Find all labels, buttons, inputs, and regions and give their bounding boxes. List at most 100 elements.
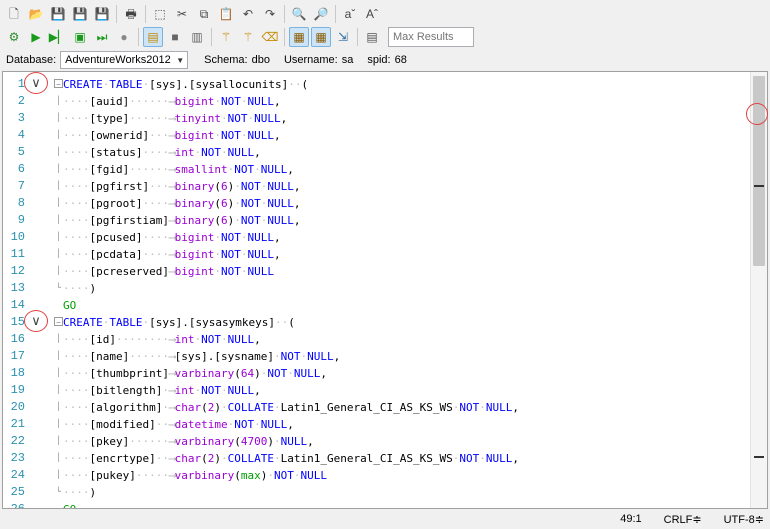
save-button[interactable]: 💾 [48, 4, 68, 24]
code-token: binary [174, 214, 215, 227]
code-token: [pkey] [89, 435, 130, 448]
replace-button[interactable]: 🔎 [311, 4, 331, 24]
code-token: 6 [220, 214, 228, 227]
redo-button[interactable]: ↷ [260, 4, 280, 24]
open-button[interactable]: 📂 [26, 4, 46, 24]
fold-marker-icon[interactable]: − [54, 79, 63, 89]
code-token: · [479, 401, 486, 414]
sql-editor[interactable]: 1− CREATE·TABLE·[sys].[sysallocunits]··(2… [2, 71, 768, 509]
cut-button[interactable]: ✂ [172, 4, 192, 24]
select-all-button[interactable]: ⬚ [150, 4, 170, 24]
encoding-select[interactable]: UTF-8≑ [724, 513, 764, 526]
code-line[interactable]: 10 │ ····[pcused]····⟶bigint·NOT·NULL, [3, 229, 748, 246]
code-line[interactable]: 14 GO [3, 297, 748, 314]
code-token: ( [301, 78, 309, 91]
code-line[interactable]: 2 │ ····[auid]······⟶bigint·NOT·NULL, [3, 93, 748, 110]
code-token: GO [63, 299, 77, 312]
code-line[interactable]: 26 GO [3, 501, 748, 508]
code-token: · [220, 401, 228, 414]
autocommit-toggle[interactable]: ▤ [143, 27, 163, 47]
code-token: · [273, 452, 281, 465]
undo-button[interactable]: ↶ [238, 4, 258, 24]
code-token: ···· [63, 350, 90, 363]
code-line[interactable]: 6 │ ····[fgid]······⟶smallint·NOT·NULL, [3, 161, 748, 178]
code-token: , [254, 333, 261, 346]
save-all-button[interactable]: 💾 [92, 4, 112, 24]
code-token: · [234, 214, 241, 227]
code-line[interactable]: 3 │ ····[type]······⟶tinyint·NOT·NULL, [3, 110, 748, 127]
code-line[interactable]: 7 │ ····[pgfirst]···⟶binary(6)·NOT·NULL, [3, 178, 748, 195]
code-token: int [174, 146, 195, 159]
code-line[interactable]: 24 │ ····[pukey]·····⟶varbinary(max)·NOT·N… [3, 467, 748, 484]
code-line[interactable]: 23 │ ····[encrtype]··⟶char(2)·COLLATE·Lati… [3, 450, 748, 467]
code-line[interactable]: 4 │ ····[ownerid]···⟶bigint·NOT·NULL, [3, 127, 748, 144]
code-line[interactable]: 17 │ ····[name]······⟶[sys].[sysname]·NOT·… [3, 348, 748, 365]
results-file-button[interactable]: ⇲ [333, 27, 353, 47]
code-line[interactable]: 21 │ ····[modified]··⟶datetime·NOT·NULL, [3, 416, 748, 433]
format-selection-button[interactable]: ⚚ [238, 27, 258, 47]
code-line[interactable]: 25 └ ····) [3, 484, 748, 501]
format-button[interactable]: ⚚ [216, 27, 236, 47]
fold-line: │ [56, 453, 61, 462]
stop-button[interactable]: ● [114, 27, 134, 47]
paste-button[interactable]: 📋 [216, 4, 236, 24]
max-results-input[interactable] [388, 27, 474, 47]
execute-step-button[interactable]: ▶▏ [48, 27, 68, 47]
code-token: 6 [220, 180, 228, 193]
copy-button[interactable]: ⧉ [194, 4, 214, 24]
code-token: , [273, 231, 281, 244]
max-results-button[interactable]: ▤ [362, 27, 382, 47]
code-token: , [287, 418, 294, 431]
code-line[interactable]: 9 │ ····[pgfirstiam]⟶binary(6)·NOT·NULL, [3, 212, 748, 229]
code-token: · [273, 435, 281, 448]
code-line[interactable]: 15 − CREATE·TABLE·[sys].[sysasymkeys]··( [3, 314, 748, 331]
line-number: 12 [10, 264, 25, 278]
code-line[interactable]: 8 │ ····[pgroot]····⟶binary(6)·NOT·NULL, [3, 195, 748, 212]
code-line[interactable]: 18 │ ····[thumbprint]⟶varbinary(64)·NOT·NU… [3, 365, 748, 382]
code-line[interactable]: 16 │ ····[id]········⟶int·NOT·NULL, [3, 331, 748, 348]
line-number: 1 [17, 77, 25, 91]
connect-button[interactable]: ⚙ [4, 27, 24, 47]
fold-toggle-1[interactable]: ∨ [24, 72, 48, 94]
commit-button[interactable]: ■ [165, 27, 185, 47]
code-line[interactable]: 19 │ ····[bitlength]·⟶int·NOT·NULL, [3, 382, 748, 399]
code-text: ····[pcreserved]⟶bigint·NOT·NULL [63, 263, 274, 280]
save-as-button[interactable]: 💾 [70, 4, 90, 24]
increase-font-button[interactable]: Aˆ [362, 4, 382, 24]
username-label: Username: [283, 54, 338, 66]
fold-toggle-15[interactable]: ∨ [24, 310, 48, 332]
find-button[interactable]: 🔍 [289, 4, 309, 24]
code-token: CREATE [63, 316, 103, 329]
new-document-button[interactable]: 🗋 [4, 4, 24, 24]
code-line[interactable]: 1 − CREATE·TABLE·[sys].[sysallocunits]··( [3, 76, 748, 93]
code-line[interactable]: 12 │ ····[pcreserved]⟶bigint·NOT·NULL [3, 263, 748, 280]
code-area[interactable]: 1− CREATE·TABLE·[sys].[sysallocunits]··(2… [3, 76, 748, 508]
open-icon: 📂 [28, 7, 44, 21]
code-line[interactable]: 13 └ ····) [3, 280, 748, 297]
execute-selection-button[interactable]: ▣ [70, 27, 90, 47]
execute-script-button[interactable]: ⏭ [92, 27, 112, 47]
clear-formatting-button[interactable]: ⌫ [260, 27, 280, 47]
code-token: [thumbprint] [89, 367, 169, 380]
decrease-font-button[interactable]: aˇ [340, 4, 360, 24]
code-token: ···· [63, 435, 90, 448]
eraser-icon: ⌫ [261, 30, 279, 44]
vertical-scrollbar[interactable] [750, 72, 767, 508]
code-token: NULL [260, 418, 288, 431]
rollback-button[interactable]: ▥ [187, 27, 207, 47]
database-select[interactable]: AdventureWorks2012 ▼ [60, 51, 189, 69]
results-grid-toggle[interactable]: ▦ [289, 27, 309, 47]
fold-line: │ [56, 402, 61, 411]
rollback-icon: ▥ [191, 30, 203, 44]
fold-marker-icon[interactable]: − [54, 317, 63, 327]
code-token: [algorithm] [89, 401, 163, 414]
results-text-toggle[interactable]: ▦ [311, 27, 331, 47]
code-line[interactable]: 5 │ ····[status]····⟶int·NOT·NULL, [3, 144, 748, 161]
print-button[interactable]: 🖶 [121, 4, 141, 24]
execute-button[interactable]: ▶ [26, 27, 46, 47]
code-line[interactable]: 11 │ ····[pcdata]····⟶bigint·NOT·NULL, [3, 246, 748, 263]
code-line[interactable]: 20 │ ····[algorithm]·⟶char(2)·COLLATE·Lati… [3, 399, 748, 416]
code-line[interactable]: 22 │ ····[pkey]······⟶varbinary(4700)·NULL… [3, 433, 748, 450]
fold-line: │ [56, 232, 61, 241]
line-ending-select[interactable]: CRLF≑ [664, 513, 702, 526]
